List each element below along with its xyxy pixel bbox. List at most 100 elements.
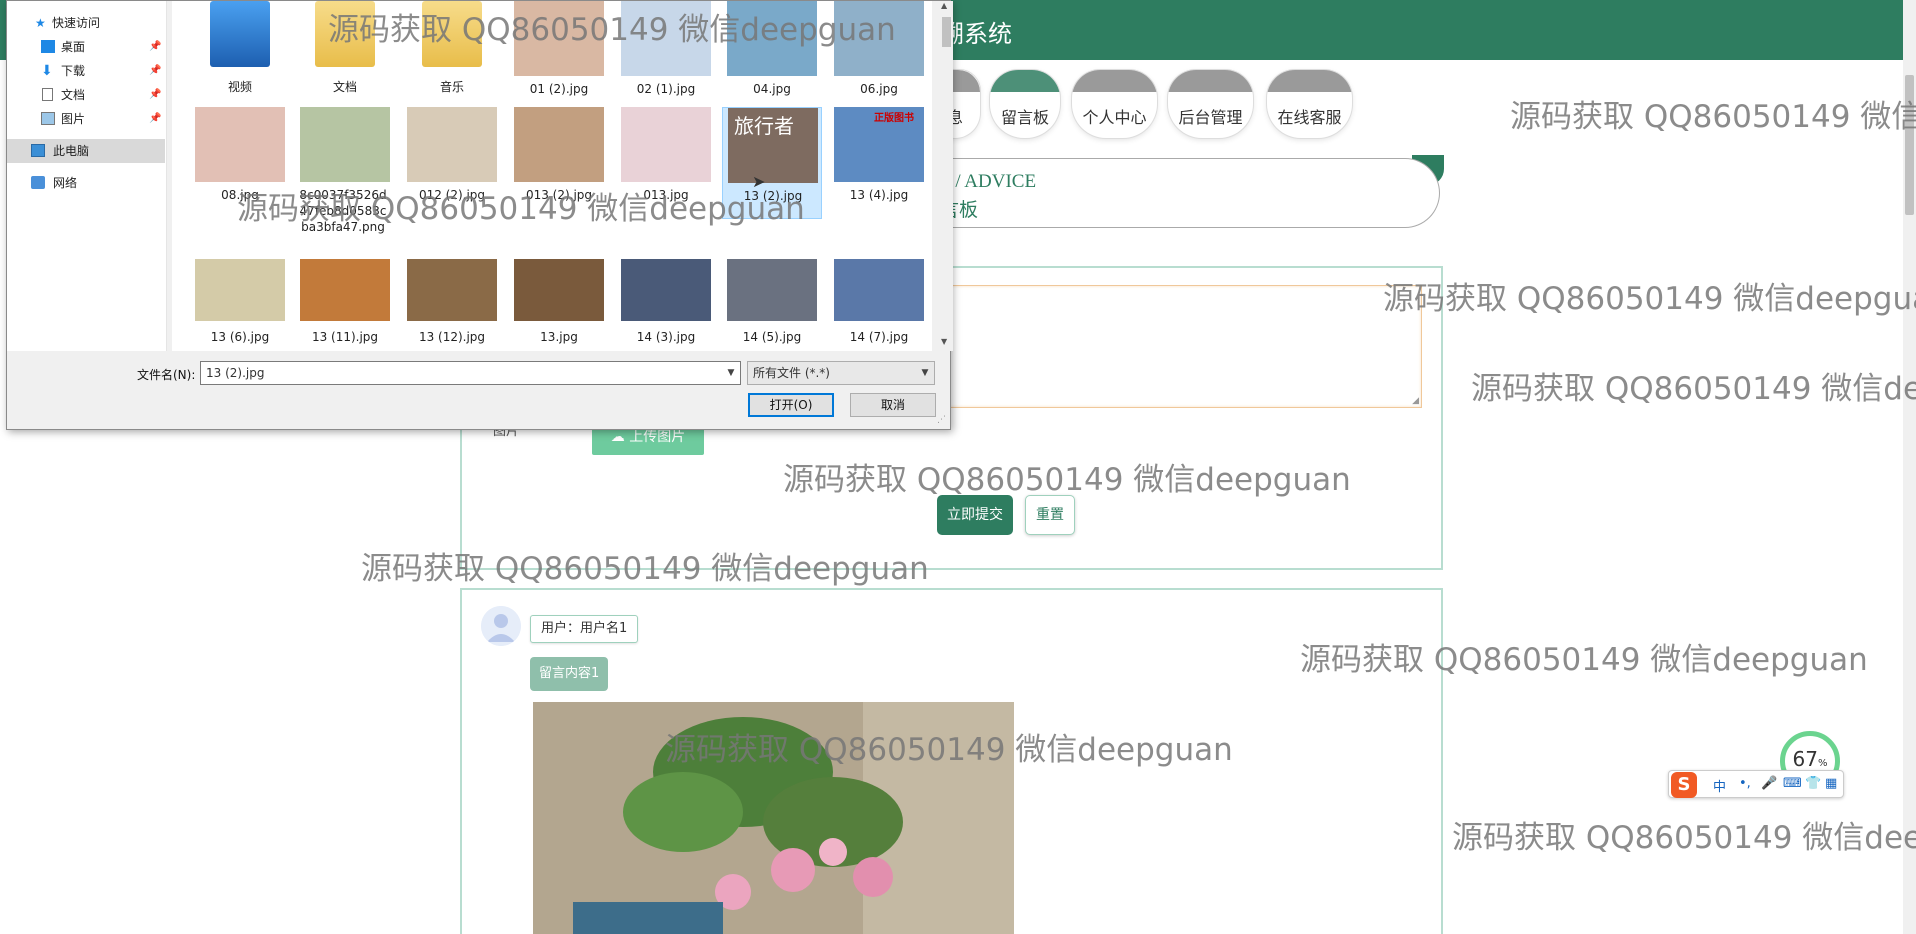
nav-item-admin[interactable]: 后台管理 [1168,70,1253,138]
filetype-select[interactable]: 所有文件 (*.*) ▼ [747,361,935,385]
nav-item-message-board[interactable]: 留言板 [990,70,1060,138]
file-name: 013.jpg [643,188,689,202]
image-thumbnail [727,1,817,76]
file-grid-scrollbar-thumb[interactable] [942,17,951,47]
pin-icon: 📌 [149,113,162,124]
nav-quick-access[interactable]: ★ 快速访问 [7,11,165,35]
cancel-button[interactable]: 取消 [850,393,936,417]
file-item[interactable]: 正版图书 13 (4).jpg [829,107,929,219]
nav-downloads[interactable]: ⬇ 下载 📌 [7,59,165,83]
scroll-down-icon[interactable]: ▼ [941,337,947,346]
sogou-logo-icon: S [1671,772,1697,798]
file-item[interactable]: 8c0037f3526d47feb8d0583cba3bfa47.png [295,107,395,234]
file-name: 06.jpg [860,82,898,96]
file-name: 08.jpg [221,188,259,202]
image-thumbnail: 正版图书 [834,107,924,182]
file-item[interactable]: 14 (7).jpg [829,259,929,355]
avatar-person-icon [481,606,521,646]
page-scrollbar[interactable] [1903,0,1916,934]
file-item[interactable]: 音乐 [402,1,502,97]
nav-documents[interactable]: 文档 📌 [7,83,165,107]
file-item[interactable]: 01 (2).jpg [509,1,609,97]
thumbnail-caption: 旅行者 [734,114,794,138]
file-item[interactable]: 13 (6).jpg [190,259,290,355]
breadcrumb: S / ADVICE 言板 [900,158,1440,228]
file-item[interactable]: 013 (2).jpg [509,107,609,219]
star-icon: ★ [35,16,46,30]
pin-icon: 📌 [149,89,162,100]
file-item[interactable]: 013.jpg [616,107,716,219]
file-item[interactable]: 旅行者 13 (2).jpg [722,107,822,219]
cloud-upload-icon: ☁ [610,429,625,445]
punctuation-icon[interactable]: •, [1739,776,1751,791]
image-thumbnail [300,107,390,182]
nav-item-personal-center[interactable]: 个人中心 [1072,70,1157,138]
pin-icon: 📌 [149,65,162,76]
file-item[interactable]: 06.jpg [829,1,929,97]
ime-toolbar[interactable]: S 中 •, 🎤 ⌨ 👕 ▦ [1668,770,1844,798]
image-thumbnail: 旅行者 [728,108,818,183]
image-thumbnail [727,259,817,321]
file-name: 音乐 [439,80,464,94]
nav-pictures[interactable]: 图片 📌 [7,107,165,131]
file-item[interactable]: 视频 [190,1,290,97]
file-item[interactable]: 13.jpg [509,259,609,355]
image-thumbnail [195,259,285,321]
file-grid-scrollbar[interactable]: ▲ ▼ [940,1,953,351]
message-image [533,702,1014,934]
chevron-down-icon[interactable]: ▼ [722,362,740,384]
image-thumbnail [621,1,711,76]
file-item[interactable]: 04.jpg [722,1,822,97]
resize-handle-icon[interactable]: ◢ [1412,396,1419,406]
chevron-down-icon[interactable]: ▼ [916,362,934,384]
ime-language-toggle[interactable]: 中 [1713,776,1726,795]
image-thumbnail [621,259,711,321]
resize-grip-icon[interactable]: ⋰ [937,415,946,425]
breadcrumb-en: S / ADVICE [940,171,1037,192]
document-icon [42,88,53,101]
scroll-up-icon[interactable]: ▲ [941,1,947,10]
reset-button[interactable]: 重置 [1025,495,1075,535]
file-item[interactable]: 14 (5).jpg [722,259,822,355]
file-name: 012 (2).jpg [418,188,486,202]
folder-icon [315,1,375,67]
image-thumbnail [514,107,604,182]
nav-desktop[interactable]: 桌面 📌 [7,35,165,59]
filename-input[interactable]: 13 (2).jpg ▼ [200,361,741,385]
file-name: 文档 [332,80,357,94]
keyboard-icon[interactable]: ⌨ [1783,776,1802,791]
image-thumbnail [834,1,924,76]
message-content-input[interactable]: ◢ [940,285,1422,408]
file-name: 13.jpg [540,330,578,344]
file-item[interactable]: 14 (3).jpg [616,259,716,355]
watermark: 源码获取 QQ86050149 微信deepguan [1452,820,1916,856]
file-item[interactable]: 13 (12).jpg [402,259,502,355]
nav-this-pc[interactable]: 此电脑 [7,139,165,163]
nav-item-online-service[interactable]: 在线客服 [1267,70,1352,138]
file-item[interactable]: 02 (1).jpg [616,1,716,97]
flower-pot-image [533,702,1014,934]
download-icon: ⬇ [41,63,53,79]
toolbox-icon[interactable]: ▦ [1825,776,1837,791]
file-item[interactable]: 012 (2).jpg [402,107,502,219]
file-name: 02 (1).jpg [636,82,696,96]
image-thumbnail [407,107,497,182]
image-thumbnail [514,1,604,76]
image-thumbnail [407,259,497,321]
file-item[interactable]: 13 (11).jpg [295,259,395,355]
image-thumbnail [300,259,390,321]
skin-icon[interactable]: 👕 [1805,776,1821,791]
nav-network[interactable]: 网络 [7,171,165,195]
file-item[interactable]: 08.jpg [190,107,290,219]
image-thumbnail [195,107,285,182]
microphone-icon[interactable]: 🎤 [1761,776,1777,791]
page-scrollbar-thumb[interactable] [1905,75,1914,215]
user-avatar [481,606,521,646]
file-name: 013 (2).jpg [525,188,593,202]
open-button[interactable]: 打开(O) [748,393,834,417]
file-name: 04.jpg [753,82,791,96]
file-open-dialog: ★ 快速访问 桌面 📌 ⬇ 下载 📌 文档 📌 图片 📌 此电脑 网络 视频 文… [6,0,953,430]
file-name: 01 (2).jpg [529,82,589,96]
submit-button[interactable]: 立即提交 [937,495,1013,535]
file-item[interactable]: 文档 [295,1,395,97]
